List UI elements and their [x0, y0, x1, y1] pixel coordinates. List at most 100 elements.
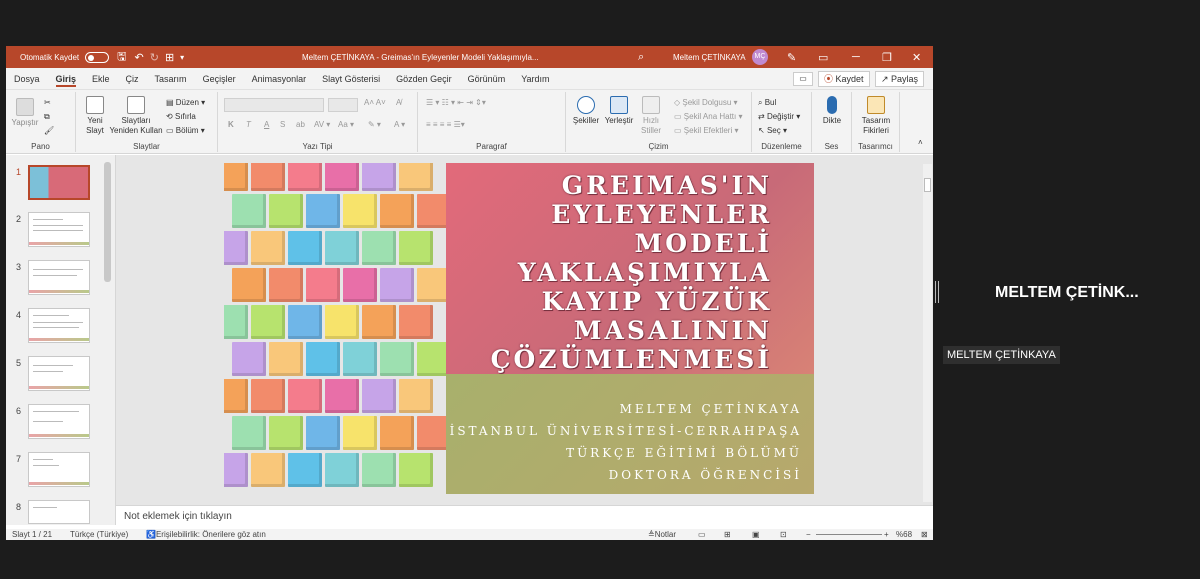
spacing-icon[interactable]: AV ▾	[314, 120, 330, 129]
slide-sorter-icon[interactable]: ⊞	[724, 529, 731, 540]
close-icon[interactable]: ✕	[912, 51, 921, 64]
shapes-button[interactable]: Şekiller	[570, 96, 602, 126]
panel-divider[interactable]	[935, 281, 939, 303]
shape-outline-button[interactable]: ▭ Şekil Ana Hattı ▾	[674, 112, 743, 121]
restore-icon[interactable]: ❐	[882, 51, 892, 64]
slide-thumbnail-5[interactable]	[28, 356, 90, 391]
zoom-in-icon[interactable]: +	[884, 529, 889, 540]
underline-button[interactable]: A	[264, 120, 269, 129]
notes-button[interactable]: ≜ Notlar	[648, 529, 676, 540]
slide-thumbnail-1[interactable]	[28, 165, 90, 200]
tab-dosya[interactable]: Dosya	[6, 68, 48, 90]
tab-gorunum[interactable]: Görünüm	[460, 68, 514, 90]
fit-slide-icon[interactable]: ⊠	[921, 529, 928, 540]
present-icon[interactable]: ⊞	[165, 51, 174, 64]
slideshow-icon[interactable]: ⊡	[780, 529, 787, 540]
slide-thumbnail-4[interactable]	[28, 308, 90, 343]
slide-subtitle-line[interactable]: DOKTORA ÖĞRENCİSİ	[609, 468, 802, 482]
slide-title-line[interactable]: MODELİ	[635, 229, 772, 258]
tab-tasarim[interactable]: Tasarım	[147, 68, 195, 90]
reset-button[interactable]: ⟲ Sıfırla	[166, 112, 196, 121]
reuse-slides-button[interactable]: Slaytları Yeniden Kullan	[108, 96, 164, 136]
format-painter-icon[interactable]: 🖌	[44, 126, 54, 135]
shape-effects-button[interactable]: ▭ Şekil Efektleri ▾	[674, 126, 739, 135]
tab-ekle[interactable]: Ekle	[84, 68, 118, 90]
slide-title-line[interactable]: MASALININ	[574, 316, 772, 345]
new-slide-button[interactable]: Yeni Slayt	[80, 96, 110, 136]
slide-subtitle-line[interactable]: TÜRKÇE EĞİTİMİ BÖLÜMÜ	[566, 446, 802, 460]
tab-slayt-gosterisi[interactable]: Slayt Gösterisi	[314, 68, 388, 90]
layout-button[interactable]: ▤ Düzen ▾	[166, 98, 205, 107]
minimize-icon[interactable]: ─	[852, 51, 860, 63]
tab-animasyonlar[interactable]: Animasyonlar	[244, 68, 315, 90]
slide-title-line[interactable]: KAYIP YÜZÜK	[542, 287, 772, 316]
bullets-icon[interactable]: ☰ ▾ ☷ ▾ ⇤ ⇥ ⇕▾	[426, 98, 486, 107]
slide-thumbnail-3[interactable]	[28, 260, 90, 295]
document-title[interactable]: Meltem ÇETİNKAYA - Greimas'ın Eyleyenler…	[302, 53, 539, 62]
slide-title-line[interactable]: GREIMAS'IN	[562, 171, 772, 200]
copy-icon[interactable]: ⧉	[44, 112, 50, 122]
customize-toolbar-icon[interactable]: ▾	[180, 53, 184, 62]
font-size-box[interactable]	[328, 98, 358, 112]
grow-font-icon[interactable]: A˄ A˅	[364, 98, 386, 107]
shadow-button[interactable]: ab	[296, 120, 305, 129]
slide-title-line[interactable]: EYLEYENLER	[551, 200, 772, 229]
zoom-out-icon[interactable]: −	[806, 529, 811, 540]
shape-fill-button[interactable]: ◇ Şekil Dolgusu ▾	[674, 98, 738, 107]
select-button[interactable]: ↖ Seç ▾	[758, 126, 787, 135]
ribbon-display-icon[interactable]: ▭	[818, 51, 828, 64]
dictate-button[interactable]: Dikte	[816, 96, 848, 126]
design-ideas-button[interactable]: Tasarım Fikirleri	[854, 96, 898, 136]
slide-thumbnail-6[interactable]	[28, 404, 90, 439]
italic-button[interactable]: T	[246, 120, 251, 129]
slide-thumbnail-7[interactable]	[28, 452, 90, 487]
slide-subtitle-line[interactable]: MELTEM ÇETİNKAYA	[620, 402, 802, 416]
save-button[interactable]: ⦿ Kaydet	[818, 71, 870, 87]
cut-icon[interactable]: ✂	[44, 98, 51, 107]
tab-gecisler[interactable]: Geçişler	[195, 68, 244, 90]
slide-1[interactable]: GREIMAS'IN EYLEYENLER MODELİ YAKLAŞIMIYL…	[224, 163, 814, 494]
search-icon[interactable]: ⌕	[638, 51, 644, 64]
bold-button[interactable]: K	[228, 120, 234, 129]
arrange-button[interactable]: Yerleştir	[602, 96, 636, 126]
autosave-toggle[interactable]	[85, 51, 110, 63]
pen-icon[interactable]: ✎	[787, 51, 796, 64]
slide-thumbnail-8[interactable]	[28, 500, 90, 524]
section-button[interactable]: ▭ Bölüm ▾	[166, 126, 205, 135]
slide-title-line[interactable]: YAKLAŞIMIYLA	[518, 258, 772, 287]
align-icons[interactable]: ≡ ≡ ≡ ≡ ☰▾	[426, 120, 465, 129]
notes-pane[interactable]: Not eklemek için tıklayın	[116, 505, 933, 529]
reading-view-icon[interactable]: ▣	[752, 529, 760, 540]
thumbnail-scrollbar[interactable]	[103, 158, 112, 523]
find-button[interactable]: ⌕ Bul	[758, 98, 776, 108]
paste-button[interactable]: Yapıştır	[10, 98, 40, 128]
collapse-ribbon-icon[interactable]: ˄	[918, 138, 923, 147]
normal-view-icon[interactable]: ▭	[698, 529, 706, 540]
redo-icon[interactable]: ↻	[150, 51, 159, 64]
case-icon[interactable]: Aa ▾	[338, 120, 354, 129]
user-avatar[interactable]: MÇ	[752, 49, 768, 65]
tab-yardim[interactable]: Yardım	[513, 68, 557, 90]
strike-button[interactable]: S	[280, 120, 285, 129]
save-icon[interactable]: 🖫	[117, 48, 126, 67]
language[interactable]: Türkçe (Türkiye)	[70, 529, 128, 540]
zoom-slider[interactable]	[816, 534, 882, 535]
tab-ciz[interactable]: Çiz	[118, 68, 147, 90]
slide-title-line[interactable]: ÇÖZÜMLENMESİ	[491, 345, 772, 374]
tab-gozden-gecir[interactable]: Gözden Geçir	[388, 68, 460, 90]
slide-thumbnail-pane[interactable]: 1 2 3 4 5 6 7 8	[6, 155, 116, 525]
slide-canvas[interactable]: GREIMAS'IN EYLEYENLER MODELİ YAKLAŞIMIYL…	[116, 155, 933, 505]
undo-icon[interactable]: ↶	[135, 51, 144, 64]
share-button[interactable]: ↗ Paylaş	[875, 71, 925, 87]
zoom-level[interactable]: %68	[896, 529, 912, 540]
font-name-box[interactable]	[224, 98, 324, 112]
font-color-icon[interactable]: A ▾	[394, 120, 405, 129]
highlight-icon[interactable]: ✎ ▾	[368, 120, 381, 129]
clear-format-icon[interactable]: A̸	[396, 98, 401, 107]
replace-button[interactable]: ⇄ Değiştir ▾	[758, 112, 800, 121]
quick-styles-button[interactable]: Hızlı Stiller	[636, 96, 666, 136]
comments-icon[interactable]: ▭	[793, 72, 813, 86]
accessibility-status[interactable]: ♿ Erişilebilirlik: Önerilere göz atın	[146, 529, 266, 540]
tab-giris[interactable]: Giriş	[48, 68, 85, 90]
user-name[interactable]: Meltem ÇETİNKAYA	[673, 53, 746, 62]
